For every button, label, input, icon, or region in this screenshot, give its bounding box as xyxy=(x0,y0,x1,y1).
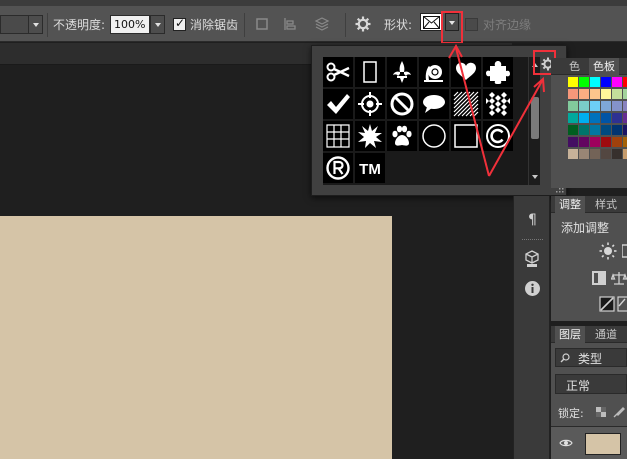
layer-filter-select[interactable]: 类型 xyxy=(555,348,627,367)
lock-label: 锁定: xyxy=(558,407,584,420)
color-swatch[interactable] xyxy=(590,125,600,135)
adjustments-panel: 调整 样式 添加调整 xyxy=(551,196,627,321)
color-swatch[interactable] xyxy=(568,101,578,111)
tab-channels[interactable]: 通道 xyxy=(591,326,621,343)
color-swatch[interactable] xyxy=(612,137,622,147)
color-swatch[interactable] xyxy=(601,113,611,123)
color-swatch[interactable] xyxy=(601,89,611,99)
adjustments-title: 添加调整 xyxy=(561,221,610,235)
color-swatch[interactable] xyxy=(623,101,627,111)
color-swatch[interactable] xyxy=(568,137,578,147)
color-swatch[interactable] xyxy=(590,137,600,147)
brightness-icon[interactable] xyxy=(599,242,617,260)
layer-row[interactable] xyxy=(551,426,627,459)
balance-icon[interactable] xyxy=(611,270,627,286)
filter-label: 类型 xyxy=(578,352,603,366)
divider xyxy=(522,239,543,241)
color-swatch[interactable] xyxy=(623,113,627,123)
color-swatch[interactable] xyxy=(601,101,611,111)
selective-color-icon[interactable] xyxy=(599,296,615,312)
eye-icon[interactable] xyxy=(559,438,573,448)
color-swatch[interactable] xyxy=(579,89,589,99)
color-swatch[interactable] xyxy=(623,149,627,159)
color-swatch[interactable] xyxy=(612,113,622,123)
color-swatch[interactable] xyxy=(590,101,600,111)
color-swatch[interactable] xyxy=(623,125,627,135)
color-swatch[interactable] xyxy=(601,125,611,135)
layers-tabs: 图层 通道 xyxy=(551,326,627,343)
swatches-tabs: 色 色板 xyxy=(551,58,627,75)
color-swatch[interactable] xyxy=(612,125,622,135)
color-swatch[interactable] xyxy=(601,149,611,159)
blend-mode-value: 正常 xyxy=(566,379,591,393)
color-swatch[interactable] xyxy=(612,77,622,87)
color-swatch[interactable] xyxy=(612,149,622,159)
levels-icon[interactable] xyxy=(622,242,627,260)
tab-color[interactable]: 色 xyxy=(565,58,584,75)
color-swatch[interactable] xyxy=(579,101,589,111)
search-icon xyxy=(560,353,570,363)
color-swatch[interactable] xyxy=(579,125,589,135)
color-swatch[interactable] xyxy=(568,125,578,135)
tab-adjustments[interactable]: 调整 xyxy=(555,196,585,213)
color-swatch[interactable] xyxy=(579,149,589,159)
color-swatch[interactable] xyxy=(590,113,600,123)
gradient-map-icon[interactable] xyxy=(617,296,627,312)
swatch-grid[interactable] xyxy=(568,77,627,163)
adjustments-tabs: 调整 样式 xyxy=(551,196,627,213)
color-swatch[interactable] xyxy=(590,149,600,159)
color-swatch[interactable] xyxy=(623,137,627,147)
blend-mode-select[interactable]: 正常 xyxy=(555,374,627,394)
color-swatch[interactable] xyxy=(568,77,578,87)
color-swatch[interactable] xyxy=(612,89,622,99)
panel-tool-strip: ¶ xyxy=(513,196,550,459)
lock-transparent-icon[interactable] xyxy=(596,407,606,417)
color-swatch[interactable] xyxy=(612,101,622,111)
color-swatch[interactable] xyxy=(568,113,578,123)
info-icon[interactable] xyxy=(524,280,541,297)
color-swatch[interactable] xyxy=(623,77,627,87)
layer-thumbnail xyxy=(585,433,621,455)
tab-styles[interactable]: 样式 xyxy=(591,196,621,213)
color-swatch[interactable] xyxy=(579,137,589,147)
color-swatch[interactable] xyxy=(590,77,600,87)
swatches-panel: 色 色板 xyxy=(551,58,627,188)
color-swatch[interactable] xyxy=(601,77,611,87)
tab-swatches[interactable]: 色板 xyxy=(589,58,619,75)
color-swatch[interactable] xyxy=(568,89,578,99)
color-swatch[interactable] xyxy=(590,89,600,99)
paragraph-icon[interactable]: ¶ xyxy=(514,212,551,228)
color-swatch[interactable] xyxy=(579,113,589,123)
tab-layers[interactable]: 图层 xyxy=(555,326,585,343)
lock-brush-icon[interactable] xyxy=(613,406,625,418)
photo-filter-icon[interactable] xyxy=(591,270,607,286)
3d-cube-icon[interactable] xyxy=(524,250,540,268)
layers-panel: 图层 通道 类型 正常 锁定: xyxy=(551,326,627,459)
color-swatch[interactable] xyxy=(568,149,578,159)
color-swatch[interactable] xyxy=(623,89,627,99)
color-swatch[interactable] xyxy=(601,137,611,147)
color-swatch[interactable] xyxy=(579,77,589,87)
